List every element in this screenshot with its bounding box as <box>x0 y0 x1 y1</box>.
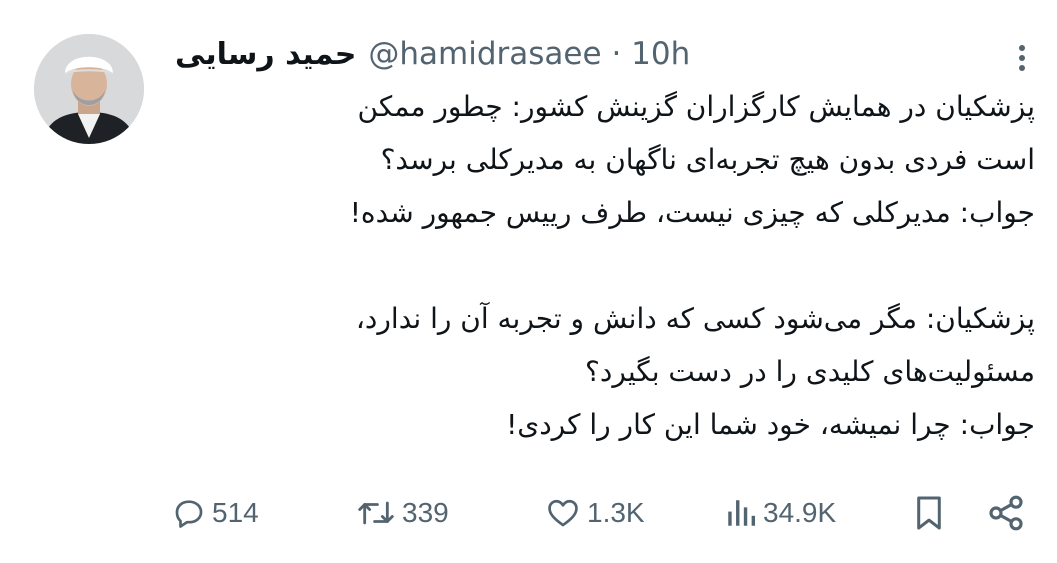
tweet-text: پزشکیان در همایش کارگزاران گزینش کشور: چ… <box>205 80 1035 451</box>
views-count: 34.9K <box>763 497 837 528</box>
tweet-header: حمید رسایی @hamidrasaee · 10h <box>175 32 690 76</box>
heart-icon <box>548 499 578 527</box>
tweet-line: مسئولیت‌های کلیدی را در دست بگیرد؟ <box>585 355 1035 388</box>
meta-separator: · <box>611 36 622 72</box>
share-icon <box>989 495 1023 531</box>
like-button[interactable]: 1.3K <box>545 487 645 539</box>
tweet-line: جواب: چرا نمیشه، خود شما این کار را کردی… <box>506 408 1035 441</box>
like-count: 1.3K <box>587 497 645 528</box>
tweet-line: پزشکیان: مگر می‌شود کسی که دانش و تجربه … <box>355 302 1035 335</box>
tweet-line: پزشکیان در همایش کارگزاران گزینش کشور: چ… <box>357 90 1035 123</box>
avatar[interactable] <box>34 34 144 144</box>
tweet-actions: 514 339 1.3K 34.9K <box>0 487 1057 539</box>
avatar-portrait <box>34 34 144 144</box>
share-button[interactable] <box>986 487 1026 539</box>
author-meta: @hamidrasaee · 10h <box>368 36 690 72</box>
tweet-time[interactable]: 10h <box>631 36 690 72</box>
tweet-line-blank <box>205 239 1035 292</box>
tweet-line: جواب: مدیرکلی که چیزی نیست، طرف رییس جمه… <box>349 196 1035 229</box>
reply-icon <box>175 500 203 528</box>
views-icon <box>728 500 756 526</box>
author-display-name[interactable]: حمید رسایی <box>175 37 356 72</box>
bookmark-icon <box>917 496 941 530</box>
author-handle[interactable]: @hamidrasaee <box>368 36 601 72</box>
reply-button[interactable]: 514 <box>172 487 259 539</box>
repost-icon <box>358 501 394 525</box>
repost-count: 339 <box>402 497 449 528</box>
reply-count: 514 <box>212 497 259 528</box>
tweet-line: است فردی بدون هیچ تجربه‌ای ناگهان به مدی… <box>380 143 1035 176</box>
bookmark-button[interactable] <box>913 487 945 539</box>
repost-button[interactable]: 339 <box>356 487 449 539</box>
more-icon[interactable] <box>1015 40 1029 76</box>
views-button[interactable]: 34.9K <box>725 487 836 539</box>
